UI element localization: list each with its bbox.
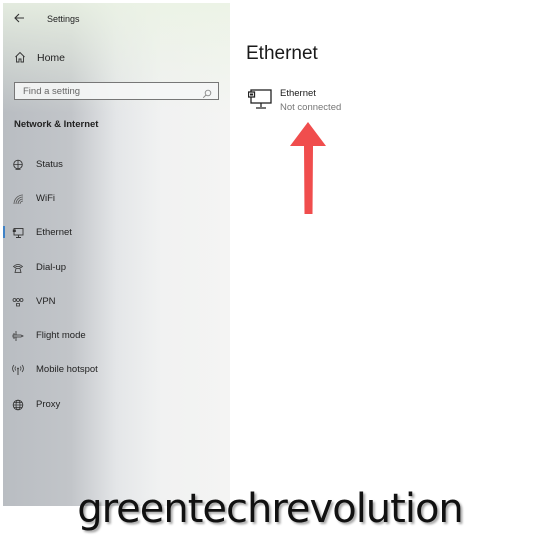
sidebar-item-label: VPN [36, 295, 56, 307]
search-icon[interactable] [202, 86, 212, 99]
sidebar-item-label: Proxy [36, 398, 61, 410]
home-label: Home [37, 52, 66, 64]
sidebar-item-ethernet[interactable]: Ethernet [3, 221, 230, 243]
sidebar-item-dial-up[interactable]: Dial-up [3, 256, 230, 278]
annotation-arrow [290, 122, 326, 214]
section-title: Network & Internet [14, 119, 99, 130]
search-placeholder: Find a setting [23, 85, 81, 97]
home-icon [14, 51, 28, 65]
status-globe-icon [12, 158, 24, 170]
search-input[interactable]: Find a setting [14, 82, 219, 100]
page-title: Ethernet [246, 43, 318, 64]
arrow-up-icon [290, 122, 326, 214]
ethernet-icon [12, 226, 24, 238]
title-bar: Settings [13, 10, 80, 28]
hotspot-icon [12, 363, 24, 375]
sidebar-item-mobile-hotspot[interactable]: Mobile hotspot [3, 358, 230, 380]
sidebar-item-label: Ethernet [36, 226, 72, 238]
ethernet-icon [247, 89, 272, 111]
connection-status: Not connected [280, 102, 342, 113]
airplane-icon [12, 329, 24, 341]
dial-up-icon [12, 261, 24, 273]
sidebar-item-proxy[interactable]: Proxy [3, 393, 230, 415]
sidebar-item-label: Flight mode [36, 329, 86, 341]
active-indicator [3, 226, 5, 238]
sidebar-item-label: Status [36, 158, 63, 170]
sidebar-item-label: WiFi [36, 192, 55, 204]
sidebar: Settings Home Find a setting Network & I… [3, 3, 230, 506]
sidebar-item-vpn[interactable]: VPN [3, 290, 230, 312]
sidebar-item-label: Mobile hotspot [36, 363, 98, 375]
watermark: greentechrevolution [77, 486, 464, 532]
sidebar-item-flight-mode[interactable]: Flight mode [3, 324, 230, 346]
sidebar-item-home[interactable]: Home [14, 51, 65, 65]
connection-name: Ethernet [280, 88, 316, 99]
sidebar-item-wifi[interactable]: WiFi [3, 187, 230, 209]
sidebar-item-status[interactable]: Status [3, 153, 230, 175]
wifi-icon [12, 192, 24, 205]
back-arrow-icon[interactable] [13, 11, 29, 27]
globe-icon [12, 398, 24, 411]
vpn-icon [12, 295, 24, 307]
sidebar-item-label: Dial-up [36, 261, 67, 273]
window-title: Settings [47, 14, 80, 24]
